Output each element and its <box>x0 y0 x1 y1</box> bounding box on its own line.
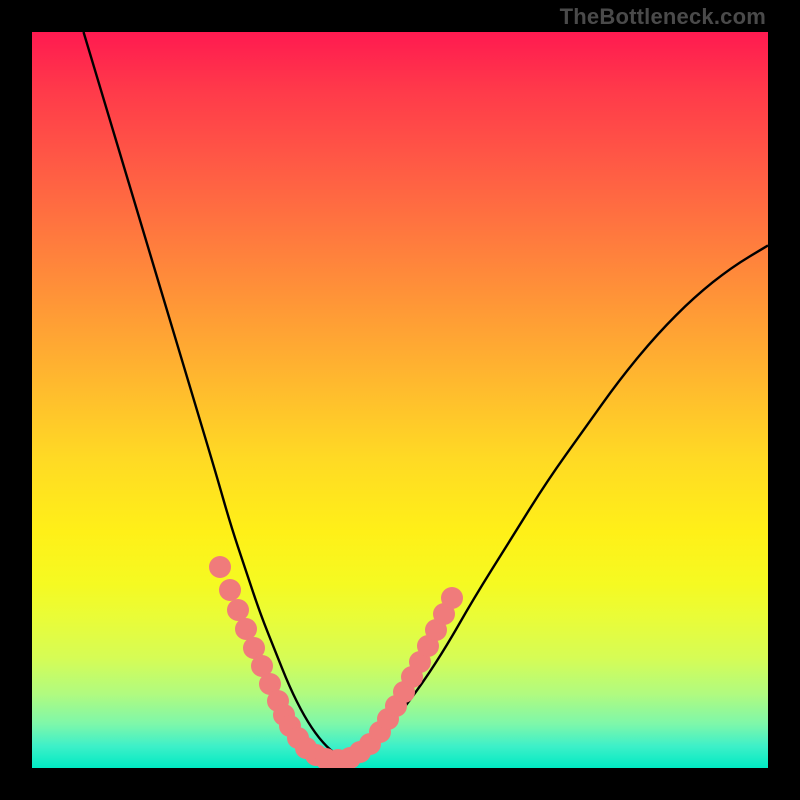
watermark-text: TheBottleneck.com <box>560 4 766 30</box>
black-frame <box>0 0 800 800</box>
